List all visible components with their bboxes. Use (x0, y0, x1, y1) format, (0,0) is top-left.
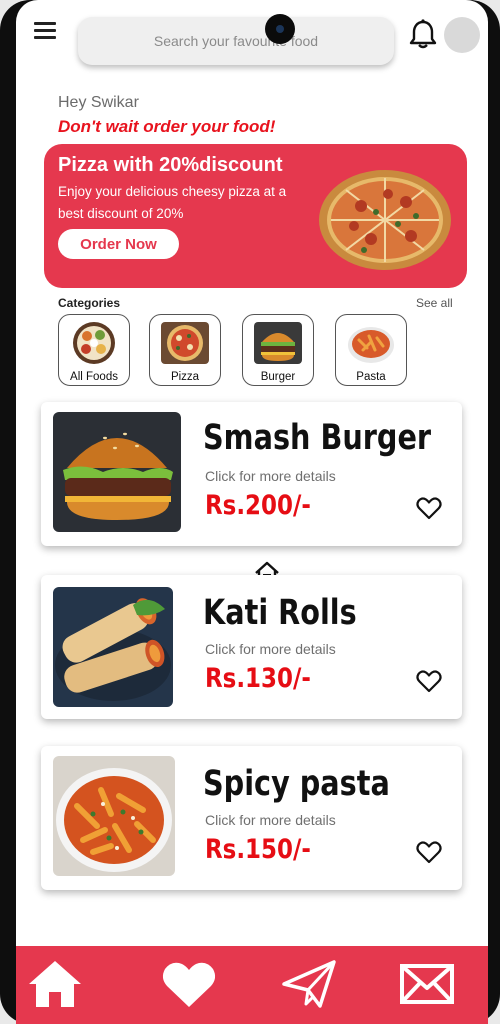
banner-title: Pizza with 20%discount (58, 154, 283, 176)
food-image (53, 587, 173, 707)
food-subtitle: Click for more details (205, 468, 336, 484)
banner-text: Enjoy your delicious cheesy pizza at a b… (58, 184, 287, 221)
heart-icon[interactable] (416, 496, 442, 520)
food-price: Rs.200/- (205, 490, 311, 521)
order-now-button[interactable]: Order Now (58, 229, 179, 259)
promo-banner[interactable]: Pizza with 20%discount Enjoy your delici… (44, 144, 467, 288)
category-pasta[interactable]: Pasta (335, 314, 407, 386)
see-all-link[interactable]: See all (416, 296, 453, 310)
categories-label: Categories (58, 296, 121, 310)
food-price: Rs.150/- (205, 834, 311, 865)
bottom-nav (16, 946, 488, 1024)
food-card-kati-rolls[interactable]: Kati Rolls Click for more details Rs.130… (41, 575, 462, 719)
food-name: Kati Rolls (203, 593, 357, 633)
food-price: Rs.130/- (205, 663, 311, 694)
pasta-category-image (348, 327, 394, 363)
category-burger[interactable]: Burger (242, 314, 314, 386)
category-pizza[interactable]: Pizza (149, 314, 221, 386)
mail-icon[interactable] (398, 958, 456, 1010)
category-label: All Foods (70, 371, 118, 383)
menu-icon[interactable] (34, 22, 56, 40)
food-image (53, 756, 175, 876)
heart-icon[interactable] (160, 958, 218, 1010)
category-label: Pizza (170, 371, 200, 383)
pizza-category-image (161, 322, 209, 364)
food-subtitle: Click for more details (205, 641, 336, 657)
burger-category-image (254, 322, 302, 364)
home-icon[interactable] (26, 958, 84, 1010)
phone-frame: Search your favourite food Hey Swikar Do… (0, 0, 500, 1024)
food-name: Smash Burger (203, 418, 432, 458)
food-subtitle: Click for more details (205, 812, 336, 828)
search-input[interactable]: Search your favourite food (78, 17, 394, 65)
front-camera (265, 14, 295, 44)
category-label: Pasta (356, 371, 386, 383)
food-card-smash-burger[interactable]: Smash Burger Click for more details Rs.2… (41, 402, 462, 546)
greeting-text: Hey Swikar (58, 94, 139, 111)
food-image (53, 412, 181, 532)
app-screen: Search your favourite food Hey Swikar Do… (16, 0, 488, 1024)
send-icon[interactable] (280, 958, 338, 1010)
food-name: Spicy pasta (203, 764, 390, 804)
heart-icon[interactable] (416, 669, 442, 693)
all-foods-image (73, 322, 115, 364)
food-card-spicy-pasta[interactable]: Spicy pasta Click for more details Rs.15… (41, 746, 462, 890)
pizza-image (319, 170, 451, 270)
heart-icon[interactable] (416, 840, 442, 864)
category-all-foods[interactable]: All Foods (58, 314, 130, 386)
avatar[interactable] (444, 17, 480, 53)
category-label: Burger (260, 371, 296, 383)
tagline-text: Don't wait order your food! (58, 117, 276, 136)
bell-icon[interactable] (408, 18, 438, 50)
